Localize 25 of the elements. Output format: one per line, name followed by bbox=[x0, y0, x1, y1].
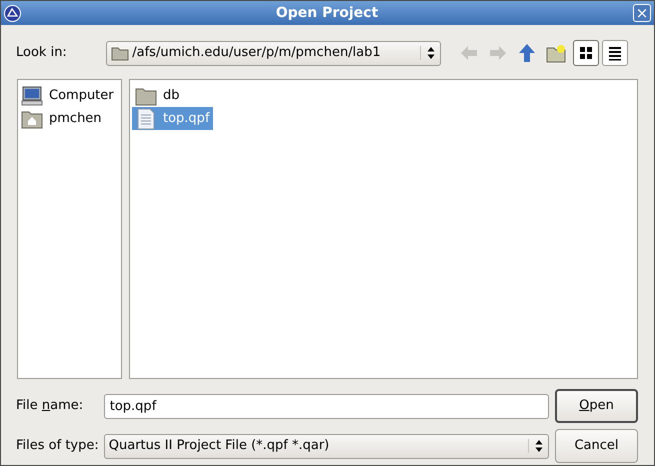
forward-arrow-icon bbox=[488, 43, 508, 63]
file-type-dropdown[interactable]: Quartus II Project File (*.qpf *.qar) bbox=[104, 434, 548, 458]
spinner-arrows-icon bbox=[534, 439, 542, 453]
list-view-button[interactable] bbox=[602, 40, 628, 66]
file-type-label: Files of type: bbox=[16, 437, 100, 456]
file-name-label: File name: bbox=[16, 397, 84, 416]
place-item[interactable]: Computer bbox=[18, 84, 121, 107]
grid-view-button[interactable] bbox=[572, 40, 598, 66]
app-icon bbox=[4, 4, 21, 22]
new-folder-icon bbox=[546, 43, 566, 63]
dialog-button[interactable]: Cancel bbox=[555, 429, 638, 463]
spinner-arrows-icon bbox=[427, 46, 435, 60]
computer-icon bbox=[21, 86, 43, 106]
up-arrow-icon bbox=[517, 43, 537, 63]
folder-icon bbox=[111, 45, 129, 61]
dialog-button[interactable]: Open bbox=[555, 389, 638, 423]
document-icon bbox=[135, 108, 157, 130]
look-in-label: Look in: bbox=[16, 44, 68, 62]
file-name-field[interactable]: top.qpf bbox=[104, 394, 548, 418]
look-in-dropdown[interactable]: /afs/umich.edu/user/p/m/pmchen/lab1 bbox=[106, 40, 441, 66]
home-folder-icon bbox=[21, 108, 43, 128]
file-item[interactable]: db bbox=[132, 84, 183, 107]
window-title: Open Project bbox=[274, 4, 380, 22]
place-item[interactable]: pmchen bbox=[18, 107, 121, 130]
close-button[interactable]: × bbox=[633, 4, 651, 22]
